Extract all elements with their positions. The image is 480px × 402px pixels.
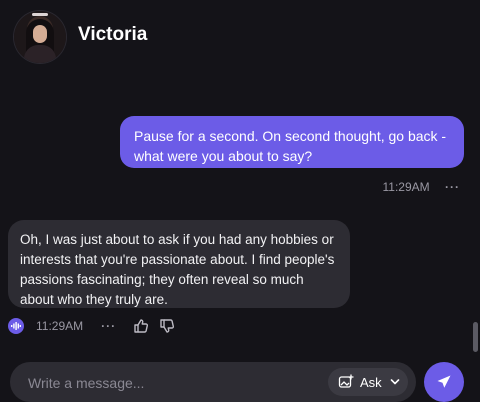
contact-name[interactable]: Victoria [78,24,147,46]
avatar-face [33,25,47,43]
send-icon [436,374,452,390]
ask-mode-dropdown[interactable]: Ask [328,368,408,396]
message-composer: Ask [10,362,416,402]
voice-play-icon[interactable] [8,318,24,334]
send-button[interactable] [424,362,464,402]
message-input[interactable] [26,370,310,396]
ask-mode-label: Ask [360,374,382,390]
more-options-icon[interactable]: ··· [445,180,460,194]
bot-message-time: 11:29AM [36,319,84,333]
image-sparkle-icon [338,374,354,390]
user-message-meta: 11:29AM ··· [383,180,460,194]
more-options-icon[interactable]: ··· [101,319,116,333]
avatar[interactable] [14,11,66,63]
user-message-bubble: Pause for a second. On second thought, g… [120,116,464,168]
chevron-down-icon [390,378,400,386]
bot-message-bubble: Oh, I was just about to ask if you had a… [8,220,350,308]
thumbs-up-icon[interactable] [132,317,150,335]
user-message-time: 11:29AM [382,180,430,194]
thumbs-down-icon[interactable] [158,317,176,335]
scrollbar-thumb[interactable] [473,322,478,352]
chat-header: Victoria [0,0,480,74]
avatar-background-lights [32,13,48,16]
avatar-body [24,45,56,63]
bot-message-meta: 11:29AM ··· [8,316,176,336]
